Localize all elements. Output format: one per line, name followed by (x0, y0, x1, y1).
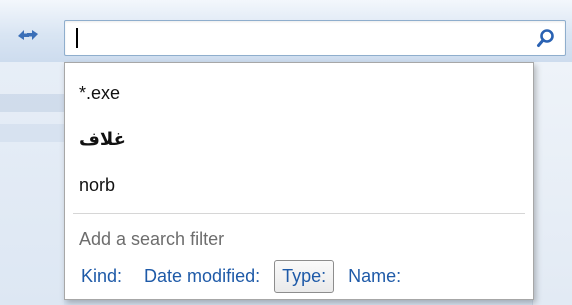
filter-kind[interactable]: Kind: (73, 260, 130, 293)
divider (73, 213, 525, 214)
filter-name[interactable]: Name: (340, 260, 409, 293)
history-item[interactable]: *.exe (79, 83, 120, 104)
navigation-pane-background (0, 62, 64, 305)
refresh-icon (18, 30, 38, 40)
nav-highlight (0, 124, 64, 142)
nav-highlight (0, 94, 64, 112)
history-item[interactable]: غلاف (79, 129, 126, 150)
filter-heading: Add a search filter (79, 229, 225, 249)
text-cursor (76, 28, 78, 48)
search-suggestions-dropdown: *.exe غلاف norb Add a search filter Kind… (64, 62, 534, 300)
search-box[interactable] (64, 20, 566, 56)
refresh-button[interactable] (8, 18, 48, 52)
search-filter-bar: Kind: Date modified: Type: Name: (73, 259, 415, 293)
content-pane-background (532, 62, 572, 305)
filter-date-modified[interactable]: Date modified: (136, 260, 268, 293)
history-item[interactable]: norb (79, 175, 115, 196)
search-input[interactable] (81, 23, 515, 53)
filter-type[interactable]: Type: (274, 259, 335, 293)
search-icon[interactable] (535, 27, 557, 49)
toolbar (0, 0, 572, 63)
